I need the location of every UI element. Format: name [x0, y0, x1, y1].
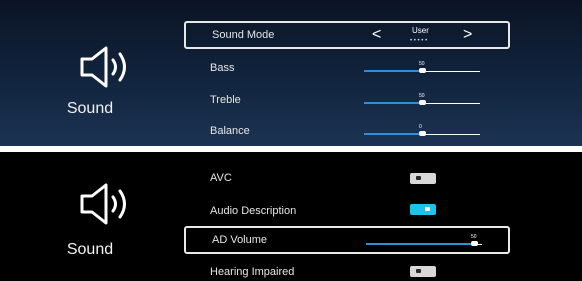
sound-mode-label: Sound Mode — [212, 29, 275, 41]
sound-mode-page-dots: • • • • • — [410, 38, 428, 44]
toggle-thumb — [425, 207, 430, 211]
sound-settings-panel-bottom: Sound AVC Audio Description AD Volume 50… — [0, 152, 582, 281]
ad-volume-value: 50 — [471, 234, 477, 240]
hearing-impaired-toggle[interactable] — [410, 266, 436, 277]
avc-row[interactable]: AVC — [184, 164, 510, 192]
slider-knob[interactable] — [419, 68, 426, 73]
balance-value: 0 — [419, 124, 422, 130]
hearing-impaired-label: Hearing Impaired — [210, 266, 295, 278]
slider-knob[interactable] — [419, 131, 426, 136]
balance-slider[interactable]: 0 — [364, 124, 480, 137]
treble-row[interactable]: Treble 50 — [184, 86, 510, 114]
speaker-volume-icon — [80, 46, 126, 88]
treble-slider[interactable]: 50 — [364, 93, 480, 106]
ad-volume-slider[interactable]: 50 — [366, 234, 482, 247]
slider-fill — [364, 70, 422, 72]
category-label: Sound — [66, 241, 114, 258]
bass-value: 50 — [419, 61, 425, 67]
ad-volume-label: AD Volume — [212, 234, 268, 246]
slider-knob[interactable] — [471, 241, 478, 246]
audio-description-row[interactable]: Audio Description — [184, 197, 510, 225]
slider-fill — [364, 133, 422, 135]
bass-slider[interactable]: 50 — [364, 61, 480, 74]
balance-label: Balance — [210, 125, 250, 137]
balance-row[interactable]: Balance 0 — [184, 117, 510, 145]
bass-row[interactable]: Bass 50 — [184, 54, 510, 82]
sound-mode-value: User — [412, 26, 429, 35]
sound-mode-row[interactable]: Sound Mode < User • • • • • > — [184, 21, 510, 49]
slider-knob[interactable] — [419, 100, 426, 105]
bass-label: Bass — [210, 62, 235, 74]
treble-value: 50 — [419, 93, 425, 99]
sound-settings-panel-top: Sound Sound Mode < User • • • • • > Bass… — [0, 0, 582, 146]
audio-description-label: Audio Description — [210, 205, 297, 217]
avc-label: AVC — [210, 172, 232, 184]
ad-volume-row[interactable]: AD Volume 50 — [184, 226, 510, 254]
hearing-impaired-row[interactable]: Hearing Impaired — [184, 258, 510, 281]
category-label: Sound — [66, 100, 114, 117]
category-sidebar: Sound — [0, 0, 180, 146]
treble-label: Treble — [210, 94, 241, 106]
category-sidebar: Sound — [0, 152, 180, 281]
toggle-thumb — [416, 176, 421, 180]
avc-toggle[interactable] — [410, 173, 436, 184]
chevron-left-icon[interactable]: < — [372, 25, 381, 45]
toggle-thumb — [416, 269, 421, 273]
chevron-right-icon[interactable]: > — [463, 25, 472, 45]
speaker-volume-icon — [80, 183, 126, 225]
slider-fill — [366, 243, 474, 245]
slider-fill — [364, 102, 422, 104]
audio-description-toggle[interactable] — [410, 204, 436, 215]
